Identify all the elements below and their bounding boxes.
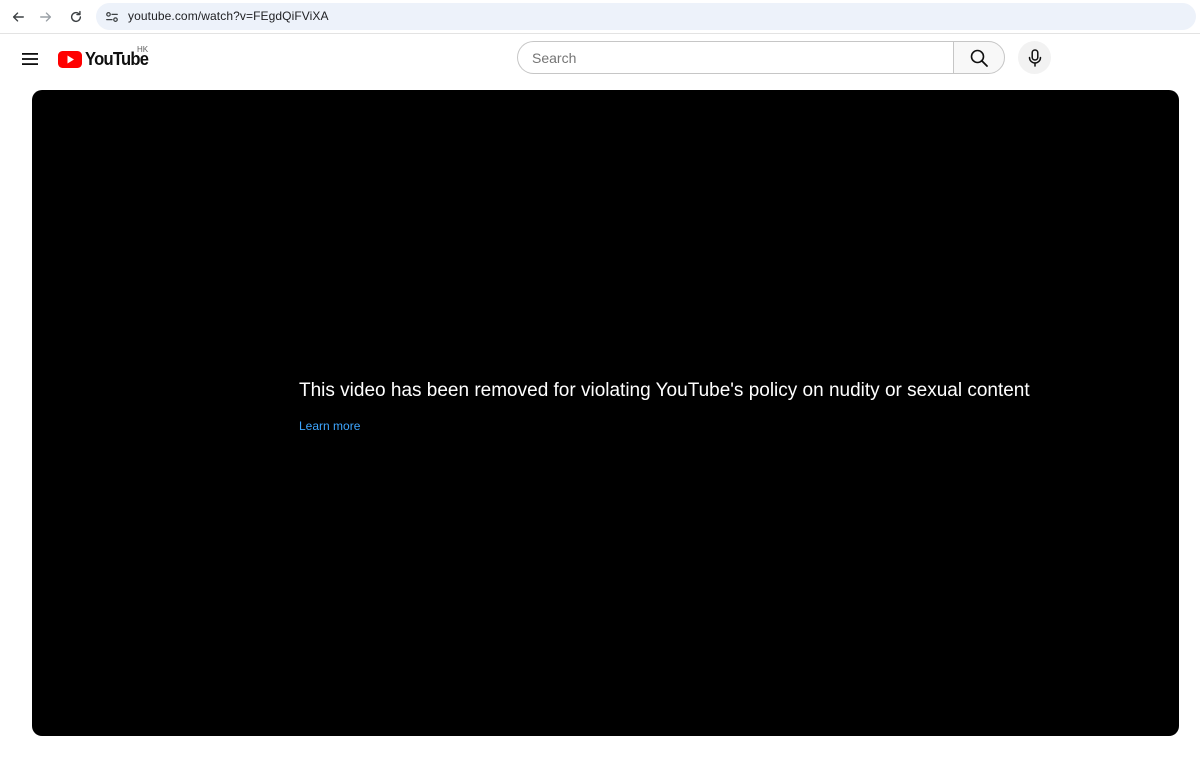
search-icon <box>970 49 988 67</box>
search-button[interactable] <box>953 41 1005 74</box>
country-code: HK <box>137 45 149 54</box>
learn-more-link[interactable]: Learn more <box>299 419 360 433</box>
arrow-left-icon <box>12 12 24 22</box>
error-message: This video has been removed for violatin… <box>299 380 1030 401</box>
player-error-box: This video has been removed for violatin… <box>299 378 1159 435</box>
site-info-button[interactable] <box>102 7 122 27</box>
address-bar[interactable]: youtube.com/watch?v=FEgdQiFViXA <box>96 3 1196 30</box>
search-input[interactable] <box>530 42 940 73</box>
youtube-play-logo-icon <box>58 50 82 68</box>
back-button[interactable] <box>5 4 31 30</box>
arrow-right-icon <box>40 12 52 22</box>
guide-menu-button[interactable] <box>16 45 44 73</box>
search-box <box>517 41 954 74</box>
video-player[interactable]: This video has been removed for violatin… <box>32 90 1179 736</box>
reload-button[interactable] <box>63 4 89 30</box>
voice-search-button[interactable] <box>1018 41 1051 74</box>
browser-toolbar: youtube.com/watch?v=FEgdQiFViXA <box>0 0 1200 34</box>
youtube-masthead: YouTube HK <box>0 35 1200 85</box>
reload-icon <box>70 10 82 23</box>
forward-button[interactable] <box>33 4 59 30</box>
microphone-icon <box>1028 48 1041 67</box>
hamburger-menu-icon <box>22 53 38 65</box>
url-text[interactable]: youtube.com/watch?v=FEgdQiFViXA <box>128 9 329 23</box>
tune-icon <box>106 12 118 22</box>
